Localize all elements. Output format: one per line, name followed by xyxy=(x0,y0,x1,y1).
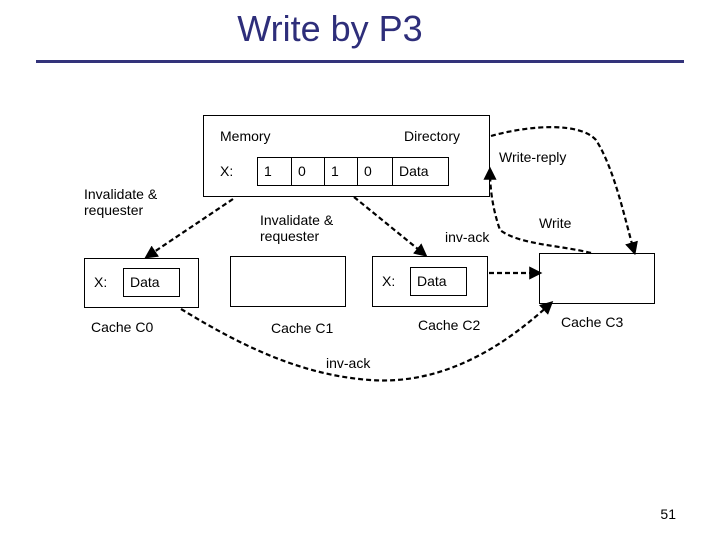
cache-c2-data-cell: Data xyxy=(410,267,467,296)
arrow-write-reply xyxy=(490,126,638,256)
memory-label: Memory xyxy=(220,128,271,144)
page-number: 51 xyxy=(660,506,676,522)
inv-ack-c2-label: inv-ack xyxy=(445,229,490,245)
invalidate-c0-text: Invalidate & requester xyxy=(84,186,158,218)
cache-c0-label: Cache C0 xyxy=(91,319,154,335)
invalidate-c2-text: Invalidate & requester xyxy=(260,212,334,244)
arrow-invalidate-c2 xyxy=(353,196,428,257)
cache-c0-data-cell: Data xyxy=(123,268,180,297)
memory-data-cell: Data xyxy=(392,157,449,186)
inv-ack-c0-label: inv-ack xyxy=(326,355,371,371)
directory-bit-0: 1 xyxy=(257,157,292,186)
cache-c0-row-label: X: xyxy=(94,274,108,290)
arrow-invalidate-c0 xyxy=(144,198,234,259)
slide-title: Write by P3 xyxy=(237,8,423,49)
write-reply-label: Write-reply xyxy=(499,149,567,165)
cache-c2-row-label: X: xyxy=(382,273,396,289)
invalidate-c0-label: Invalidate & requester xyxy=(84,186,157,218)
write-label: Write xyxy=(539,215,572,231)
memory-row-label: X: xyxy=(220,163,234,179)
cache-c3-box xyxy=(539,253,655,304)
directory-bit-1: 0 xyxy=(291,157,325,186)
cache-c1-label: Cache C1 xyxy=(271,320,334,336)
directory-label: Directory xyxy=(404,128,461,144)
cache-c3-label: Cache C3 xyxy=(561,314,624,330)
title-underline xyxy=(36,60,684,63)
cache-c0-box: X: Data xyxy=(84,258,199,308)
cache-c2-label: Cache C2 xyxy=(418,317,481,333)
directory-bit-3: 0 xyxy=(357,157,393,186)
cache-c2-box: X: Data xyxy=(372,256,488,307)
memory-directory-box: Memory Directory X: 1 0 1 0 Data xyxy=(203,115,490,197)
cache-c1-box xyxy=(230,256,346,307)
invalidate-c2-label: Invalidate & requester xyxy=(260,212,333,244)
directory-bit-2: 1 xyxy=(324,157,358,186)
arrow-write xyxy=(483,166,592,255)
